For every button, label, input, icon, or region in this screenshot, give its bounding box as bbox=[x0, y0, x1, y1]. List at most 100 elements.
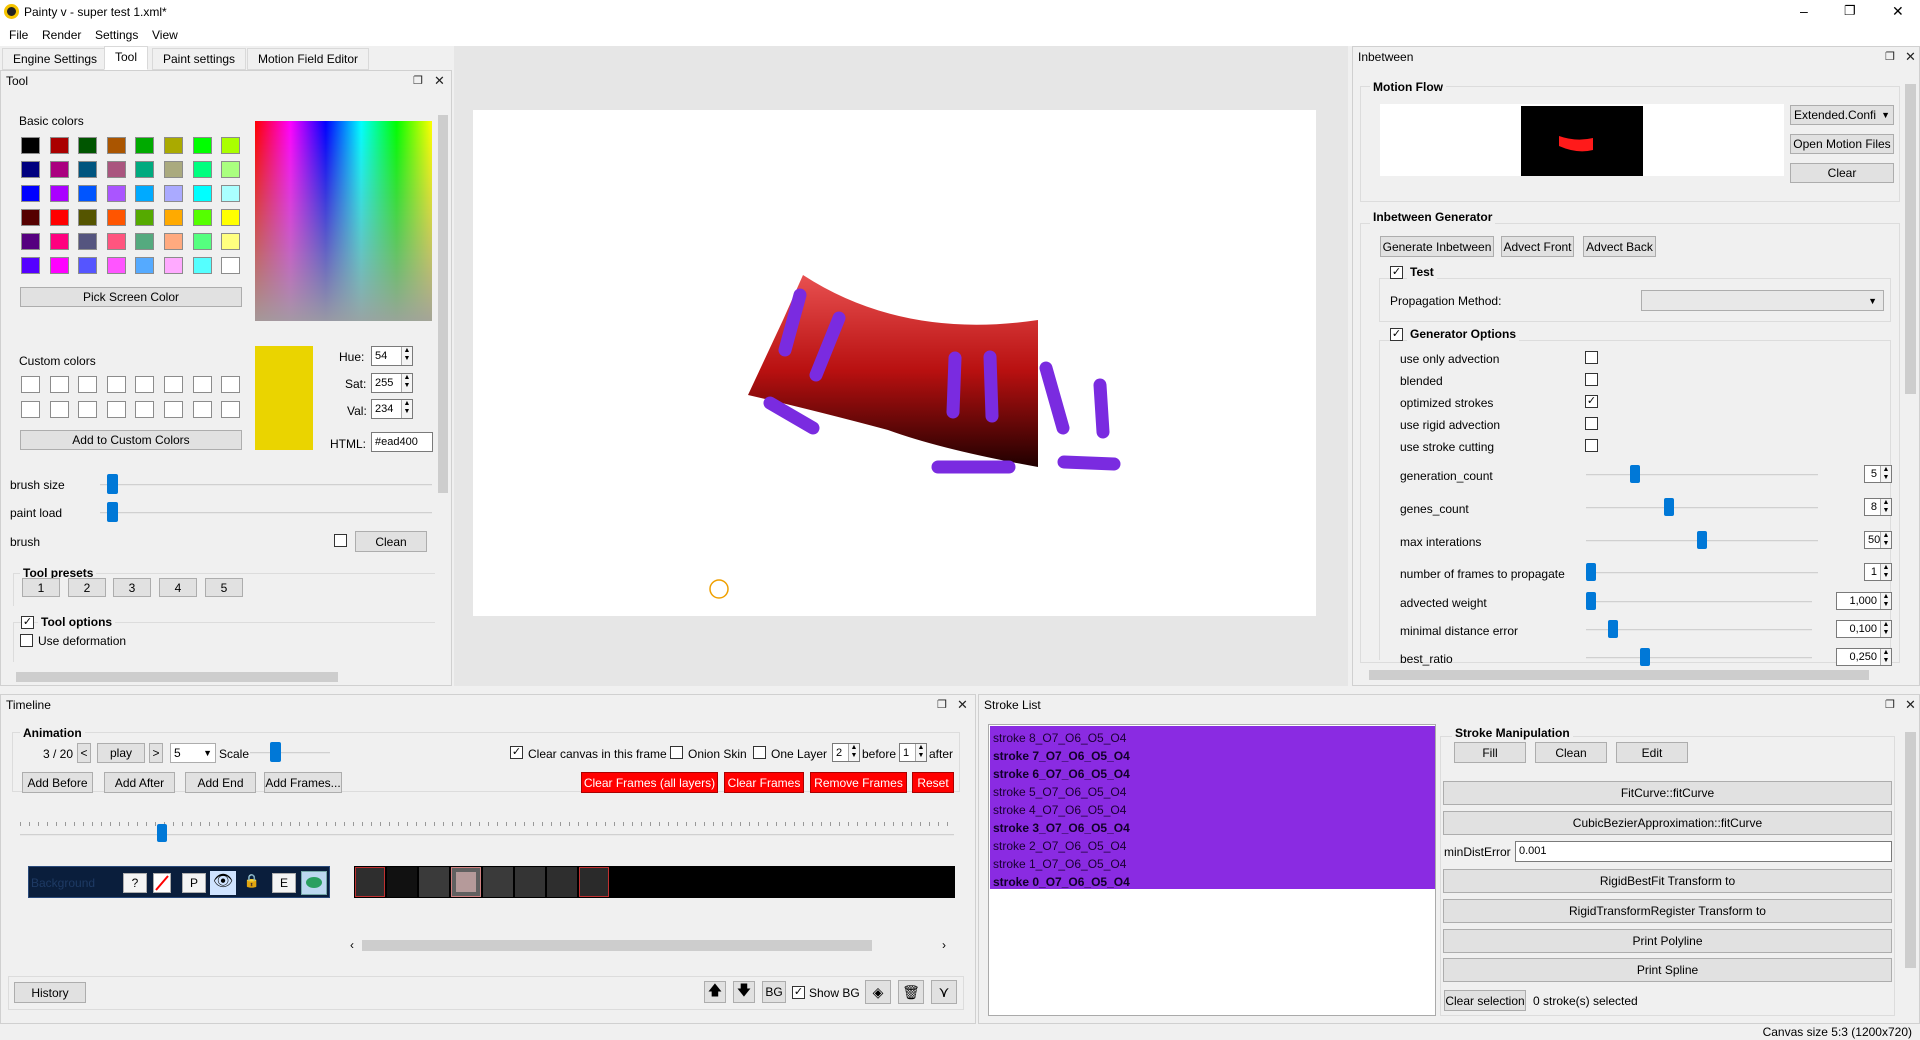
custom-color-swatch[interactable] bbox=[192, 376, 212, 393]
frame-cell[interactable] bbox=[515, 867, 545, 897]
clear-canvas-checkbox[interactable]: ✓ bbox=[510, 746, 523, 759]
pick-screen-color-button[interactable]: Pick Screen Color bbox=[20, 287, 242, 307]
basic-color-swatch[interactable] bbox=[21, 161, 40, 178]
spin-arrows-icon[interactable]: ▲ ▼ bbox=[915, 744, 926, 761]
before-spinbox[interactable]: 2 ▲ ▼ bbox=[832, 743, 860, 762]
custom-color-swatch[interactable] bbox=[135, 401, 155, 418]
basic-color-swatch[interactable] bbox=[49, 209, 69, 226]
undock-icon[interactable]: ❐ bbox=[1885, 50, 1895, 63]
spin-arrows-icon[interactable]: ▲ ▼ bbox=[848, 744, 859, 761]
gen-param-spinbox[interactable]: 0,100 ▲ ▼ bbox=[1836, 620, 1892, 638]
custom-color-swatch[interactable] bbox=[221, 376, 241, 393]
tool-scrollbar[interactable] bbox=[436, 97, 450, 669]
spin-arrows-icon[interactable]: ▲ ▼ bbox=[401, 374, 412, 392]
add-end-button[interactable]: Add End bbox=[185, 772, 256, 793]
preset-1-button[interactable]: 1 bbox=[22, 578, 60, 597]
preset-4-button[interactable]: 4 bbox=[159, 578, 197, 597]
basic-color-swatch[interactable] bbox=[49, 233, 69, 250]
generate-inbetween-button[interactable]: Generate Inbetween bbox=[1380, 236, 1494, 257]
brush-checkbox[interactable] bbox=[334, 534, 347, 547]
clear-frames-button[interactable]: Clear Frames bbox=[724, 772, 804, 793]
undock-icon[interactable]: ❐ bbox=[1885, 698, 1895, 711]
basic-color-swatch[interactable] bbox=[192, 209, 212, 226]
show-bg-checkbox[interactable]: ✓ bbox=[792, 986, 805, 999]
spin-arrows-icon[interactable]: ▲ ▼ bbox=[1880, 466, 1891, 482]
basic-color-swatch[interactable] bbox=[21, 209, 40, 226]
frames-strip[interactable] bbox=[354, 866, 955, 898]
basic-color-swatch[interactable] bbox=[135, 209, 155, 226]
prev-frame-button[interactable]: < bbox=[77, 743, 91, 763]
frame-cell[interactable] bbox=[419, 867, 449, 897]
basic-color-swatch[interactable] bbox=[21, 233, 40, 250]
custom-color-swatch[interactable] bbox=[106, 401, 126, 418]
stroke-list-item[interactable]: stroke 0_O7_O6_O5_O4 bbox=[990, 873, 1435, 891]
inbetween-hscroll[interactable] bbox=[1355, 668, 1900, 682]
use-deformation-checkbox[interactable] bbox=[20, 634, 33, 647]
one-layer-checkbox[interactable] bbox=[753, 746, 766, 759]
stroke-list-item[interactable]: stroke 2_O7_O6_O5_O4 bbox=[990, 837, 1435, 855]
layers-icon[interactable]: ◈ bbox=[865, 980, 891, 1004]
custom-color-swatch[interactable] bbox=[78, 401, 98, 418]
custom-color-swatch[interactable] bbox=[21, 376, 40, 393]
move-down-icon[interactable]: 🡇 bbox=[733, 981, 755, 1003]
basic-color-swatch[interactable] bbox=[78, 209, 98, 226]
layer-e-button[interactable]: E bbox=[272, 873, 296, 893]
custom-color-swatch[interactable] bbox=[78, 376, 98, 393]
history-button[interactable]: History bbox=[14, 982, 86, 1003]
basic-color-swatch[interactable] bbox=[21, 137, 40, 154]
basic-color-swatch[interactable] bbox=[106, 257, 126, 274]
spin-arrows-icon[interactable]: ▲ ▼ bbox=[1880, 564, 1891, 580]
basic-color-swatch[interactable] bbox=[164, 161, 183, 178]
basic-color-swatch[interactable] bbox=[164, 185, 183, 202]
gen-option-checkbox[interactable] bbox=[1585, 351, 1598, 364]
advect-back-button[interactable]: Advect Back bbox=[1583, 236, 1656, 257]
gen-param-slider[interactable] bbox=[1607, 620, 1618, 638]
basic-color-swatch[interactable] bbox=[164, 257, 183, 274]
html-input[interactable]: #ead400 bbox=[371, 432, 433, 452]
menu-view[interactable]: View bbox=[152, 28, 178, 42]
stroke-panel-scrollbar[interactable] bbox=[1903, 716, 1918, 1016]
undock-icon[interactable]: ❐ bbox=[413, 74, 423, 87]
frame-cell[interactable] bbox=[355, 867, 385, 897]
add-frames-button[interactable]: Add Frames... bbox=[264, 772, 342, 793]
tab-engine-settings[interactable]: Engine Settings bbox=[2, 48, 109, 70]
gen-param-spinbox[interactable]: 1,000 ▲ ▼ bbox=[1836, 592, 1892, 610]
gen-param-spinbox[interactable]: 0,250 ▲ ▼ bbox=[1836, 648, 1892, 666]
add-after-button[interactable]: Add After bbox=[104, 772, 175, 793]
onion-skin-checkbox[interactable] bbox=[670, 746, 683, 759]
basic-color-swatch[interactable] bbox=[49, 161, 69, 178]
hue-spinbox[interactable]: 54 ▲ ▼ bbox=[371, 346, 413, 366]
gen-option-checkbox[interactable] bbox=[1585, 439, 1598, 452]
close-panel-icon[interactable]: ✕ bbox=[1905, 49, 1916, 65]
custom-color-swatch[interactable] bbox=[49, 401, 69, 418]
gen-param-slider[interactable] bbox=[1586, 563, 1596, 581]
advect-front-button[interactable]: Advect Front bbox=[1501, 236, 1574, 257]
preset-2-button[interactable]: 2 bbox=[68, 578, 106, 597]
custom-color-swatch[interactable] bbox=[221, 401, 241, 418]
basic-color-swatch[interactable] bbox=[221, 209, 241, 226]
basic-color-swatch[interactable] bbox=[106, 209, 126, 226]
close-panel-icon[interactable]: ✕ bbox=[434, 73, 445, 89]
drawing-canvas[interactable] bbox=[473, 110, 1316, 616]
basic-color-swatch[interactable] bbox=[49, 257, 69, 274]
gen-option-checkbox[interactable] bbox=[1585, 417, 1598, 430]
gen-param-slider[interactable] bbox=[1663, 498, 1674, 516]
basic-color-swatch[interactable] bbox=[221, 185, 241, 202]
spin-arrows-icon[interactable]: ▲ ▼ bbox=[1880, 593, 1891, 609]
gen-param-slider[interactable] bbox=[1640, 648, 1650, 666]
menu-file[interactable]: File bbox=[9, 28, 28, 42]
basic-color-swatch[interactable] bbox=[221, 137, 241, 154]
test-checkbox[interactable]: ✓ bbox=[1390, 266, 1403, 279]
basic-color-swatch[interactable] bbox=[135, 185, 155, 202]
lock-icon[interactable]: 🔒 bbox=[243, 873, 261, 893]
no-color-icon[interactable] bbox=[153, 873, 171, 893]
stroke-list-item[interactable]: stroke 5_O7_O6_O5_O4 bbox=[990, 783, 1435, 801]
custom-color-swatch[interactable] bbox=[21, 401, 40, 418]
preset-5-button[interactable]: 5 bbox=[205, 578, 243, 597]
sat-spinbox[interactable]: 255 ▲ ▼ bbox=[371, 373, 413, 393]
generator-options-checkbox[interactable]: ✓ bbox=[1390, 328, 1403, 341]
clear-selection-button[interactable]: Clear selection bbox=[1444, 990, 1526, 1011]
tool-hscroll[interactable] bbox=[4, 670, 434, 684]
print-spline-button[interactable]: Print Spline bbox=[1443, 958, 1892, 982]
gen-option-checkbox[interactable] bbox=[1585, 373, 1598, 386]
